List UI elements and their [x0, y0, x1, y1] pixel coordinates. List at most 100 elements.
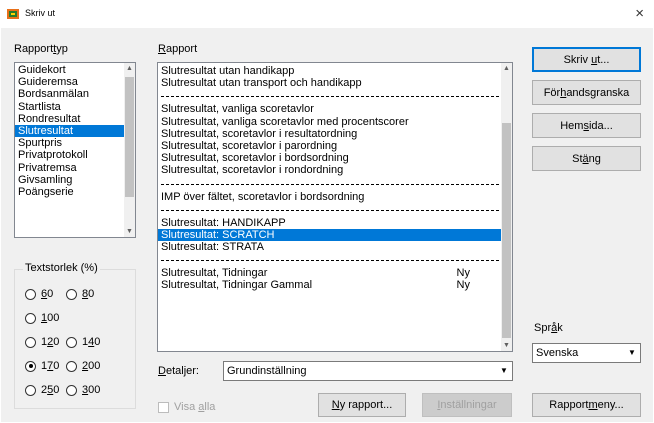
report-type-item[interactable]: Privatremsa: [15, 162, 135, 174]
settings-button[interactable]: Inställningar: [422, 393, 512, 417]
report-item[interactable]: IMP över fältet, scoretavlor i bordsordn…: [158, 191, 512, 203]
report-item[interactable]: Slutresultat, scoretavlor i bordsordning: [158, 152, 512, 164]
scroll-up-icon[interactable]: ▲: [501, 63, 512, 74]
radio-circle[interactable]: [66, 336, 77, 348]
report-item[interactable]: Slutresultat, scoretavlor i rondordning: [158, 164, 512, 176]
chevron-down-icon[interactable]: ▼: [624, 344, 640, 362]
print-button[interactable]: Skriv ut...: [532, 47, 641, 72]
dialog-body: Rapporttyp Guidekort Guideremsa Bordsanmäl…: [1, 28, 653, 422]
report-item-label: Slutresultat utan handikapp: [161, 65, 295, 77]
radio-circle[interactable]: [66, 384, 77, 396]
homepage-button[interactable]: Hemsida...: [532, 113, 641, 138]
details-label: Detaljer:: [158, 365, 199, 377]
scroll-down-icon[interactable]: ▼: [501, 340, 512, 351]
report-scrollbar[interactable]: ▲ ▼: [501, 63, 512, 351]
report-item[interactable]: Slutresultat utan handikapp: [158, 65, 512, 77]
scroll-thumb[interactable]: [125, 77, 134, 197]
language-dropdown[interactable]: Svenska ▼: [532, 343, 641, 363]
radio-circle[interactable]: [25, 384, 36, 396]
radio-circle[interactable]: [25, 312, 36, 324]
close-button[interactable]: Stäng: [532, 146, 641, 171]
report-type-item[interactable]: Rondresultat: [15, 113, 135, 125]
report-item-label: Slutresultat, scoretavlor i bordsordning: [161, 152, 349, 165]
preview-button[interactable]: Förhandsgranska: [532, 80, 641, 105]
report-item-label: Slutresultat, scoretavlor i rondordning: [161, 164, 344, 177]
checkbox-box[interactable]: [158, 401, 169, 413]
report-item-label: Slutresultat, Tidningar Gammal: [161, 279, 313, 292]
font-size-radio[interactable]: 200: [66, 360, 100, 372]
font-size-radio[interactable]: 300: [66, 384, 100, 396]
report-type-list[interactable]: Guidekort Guideremsa Bordsanmälan Startlist…: [14, 62, 136, 238]
close-icon[interactable]: ×: [635, 5, 644, 22]
report-item[interactable]: Slutresultat, Tidningar Ny: [158, 267, 512, 279]
report-item-label: Slutresultat, vanliga scoretavlor med pr…: [161, 115, 409, 128]
report-item[interactable]: Slutresultat: HANDIKAPP: [158, 217, 512, 229]
report-type-item[interactable]: Slutresultat: [15, 124, 135, 138]
report-item[interactable]: Slutresultat, scoretavlor i resultatordn…: [158, 128, 512, 140]
show-all-checkbox[interactable]: Visa alla: [158, 401, 215, 413]
app-icon: [7, 9, 19, 19]
font-size-legend: Textstorlek (%): [23, 262, 100, 274]
radio-circle[interactable]: [25, 288, 36, 300]
new-badge: Ny: [456, 279, 470, 292]
report-item-label: Slutresultat, scoretavlor i parordning: [161, 139, 338, 152]
font-size-radio-label: 80: [82, 288, 95, 300]
new-badge: Ny: [456, 267, 470, 280]
report-item[interactable]: Slutresultat, vanliga scoretavlor: [158, 103, 512, 115]
details-dropdown[interactable]: Grundinställning ▼: [223, 361, 513, 381]
list-separator: [158, 253, 512, 267]
font-size-radio-label: 140: [82, 336, 101, 348]
report-list[interactable]: Slutresultat utan handikapp Slutresultat …: [157, 62, 513, 352]
list-separator: [158, 203, 512, 217]
new-report-button[interactable]: Ny rapport...: [318, 393, 406, 417]
font-size-radio-label: 300: [82, 384, 101, 396]
chevron-down-icon[interactable]: ▼: [496, 362, 512, 380]
window-title: Skriv ut: [25, 8, 56, 18]
radio-circle[interactable]: [66, 360, 77, 372]
report-item-label: Slutresultat, scoretavlor i resultatordn…: [161, 127, 358, 140]
language-value: Svenska: [536, 347, 579, 359]
title-bar: Skriv ut ×: [0, 0, 654, 28]
font-size-radio[interactable]: 80: [66, 288, 94, 300]
report-type-item[interactable]: Spurtpris: [15, 137, 135, 149]
font-size-radio-label: 60: [41, 288, 54, 300]
report-type-item[interactable]: Startlista: [15, 101, 135, 113]
report-item[interactable]: Slutresultat: SCRATCH: [158, 228, 512, 242]
details-value: Grundinställning: [227, 365, 307, 377]
report-item[interactable]: Slutresultat, scoretavlor i parordning: [158, 140, 512, 152]
font-size-radio[interactable]: 140: [66, 336, 100, 348]
scroll-up-icon[interactable]: ▲: [124, 63, 135, 74]
report-label: Rapport: [158, 43, 198, 55]
report-item-label: Slutresultat utan transport och handikap…: [161, 77, 362, 90]
radio-circle[interactable]: [25, 360, 36, 372]
list-separator: [158, 89, 512, 103]
report-item[interactable]: Slutresultat, vanliga scoretavlor med pr…: [158, 116, 512, 128]
report-item[interactable]: Slutresultat utan transport och handikap…: [158, 77, 512, 89]
show-all-label: Visa alla: [174, 401, 216, 413]
radio-circle[interactable]: [25, 336, 36, 348]
scroll-down-icon[interactable]: ▼: [124, 226, 135, 237]
report-type-scrollbar[interactable]: ▲ ▼: [124, 63, 135, 237]
report-type-item[interactable]: Givsamling: [15, 174, 135, 186]
font-size-radio[interactable]: 60: [25, 288, 53, 300]
report-type-item[interactable]: Guideremsa: [15, 76, 135, 88]
report-item-label: Slutresultat: HANDIKAPP: [161, 216, 286, 229]
font-size-group: Textstorlek (%) 60 80 100 120 140 170 200 250 30…: [14, 262, 136, 409]
report-item-label: Slutresultat: STRATA: [161, 241, 264, 254]
report-item-label: IMP över fältet, scoretavlor i bordsordn…: [161, 190, 365, 203]
font-size-radio[interactable]: 100: [25, 312, 59, 324]
report-menu-button[interactable]: Rapportmeny...: [532, 393, 641, 417]
font-size-radio[interactable]: 250: [25, 384, 59, 396]
report-item[interactable]: Slutresultat: STRATA: [158, 241, 512, 253]
radio-circle[interactable]: [66, 288, 77, 300]
font-size-radio-label: 170: [41, 360, 60, 372]
font-size-radio[interactable]: 170: [25, 360, 59, 372]
scroll-thumb[interactable]: [502, 123, 511, 338]
report-item[interactable]: Slutresultat, Tidningar Gammal Ny: [158, 279, 512, 291]
report-type-item[interactable]: Poängserie: [15, 186, 135, 198]
language-label: Språk: [534, 322, 563, 334]
report-type-item[interactable]: Privatprotokoll: [15, 149, 135, 161]
report-type-item[interactable]: Guidekort: [15, 64, 135, 76]
report-type-item[interactable]: Bordsanmälan: [15, 88, 135, 100]
font-size-radio[interactable]: 120: [25, 336, 59, 348]
